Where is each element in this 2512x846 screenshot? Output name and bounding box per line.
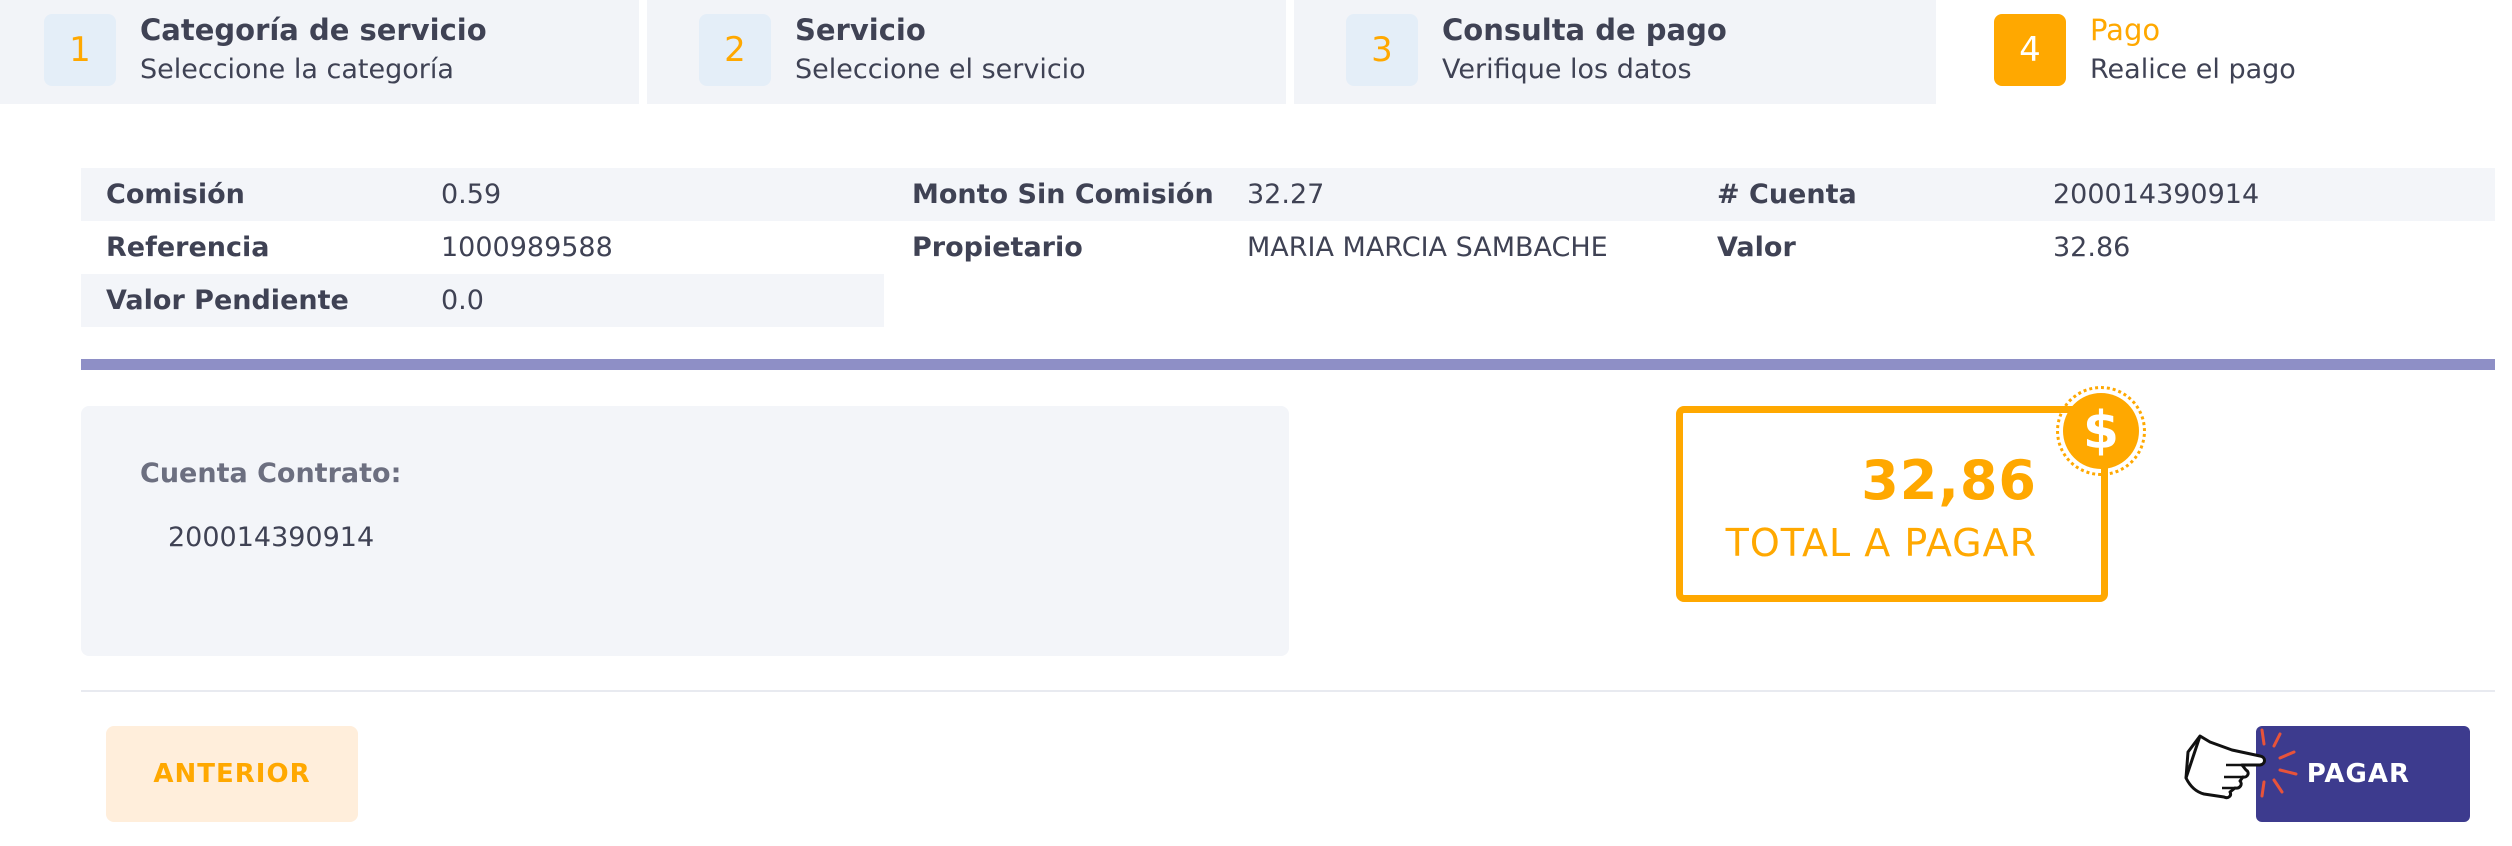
propietario-value: MARIA MARCIA SAMBACHE [1247, 232, 1608, 263]
step-number: 1 [44, 14, 116, 86]
cuenta-value: 200014390914 [2053, 179, 2260, 210]
total-amount: 32,86 [1861, 449, 2037, 512]
step-servicio[interactable]: 2 Servicio Seleccione el servicio [647, 0, 1294, 104]
valor-value: 32.86 [2053, 232, 2131, 263]
step-categoria[interactable]: 1 Categoría de servicio Seleccione la ca… [0, 0, 647, 104]
monto-sin-comision-label: Monto Sin Comisión [912, 179, 1214, 210]
cuenta-label: # Cuenta [1717, 179, 1857, 210]
monto-sin-comision-value: 32.27 [1247, 179, 1325, 210]
step-number: 2 [699, 14, 771, 86]
referencia-value: 1000989588 [441, 232, 613, 263]
contract-label: Cuenta Contrato: [140, 458, 402, 489]
pointing-hand-icon [2184, 728, 2298, 800]
footer-divider [81, 690, 2495, 692]
wizard-stepper: 1 Categoría de servicio Seleccione la ca… [0, 0, 2512, 104]
step-number: 3 [1346, 14, 1418, 86]
contract-value: 200014390914 [168, 522, 375, 553]
payment-details: Comisión 0.59 Monto Sin Comisión 32.27 #… [81, 168, 2495, 327]
total-label: TOTAL A PAGAR [1725, 521, 2037, 565]
coin-symbol: $ [2063, 393, 2139, 469]
step-title: Consulta de pago [1442, 13, 1727, 47]
previous-button[interactable]: ANTERIOR [106, 726, 358, 822]
step-subtitle: Realice el pago [2090, 54, 2296, 85]
contract-panel: Cuenta Contrato: 200014390914 [81, 406, 1289, 656]
step-subtitle: Seleccione la categoría [140, 54, 454, 85]
step-number: 4 [1994, 14, 2066, 86]
step-title: Pago [2090, 13, 2161, 47]
comision-value: 0.59 [441, 179, 502, 210]
step-title: Servicio [795, 13, 926, 47]
step-consulta[interactable]: 3 Consulta de pago Verifique los datos [1294, 0, 1944, 104]
step-subtitle: Verifique los datos [1442, 54, 1692, 85]
step-subtitle: Seleccione el servicio [795, 54, 1086, 85]
referencia-label: Referencia [106, 232, 270, 263]
valor-pendiente-value: 0.0 [441, 285, 484, 316]
total-box: 32,86 TOTAL A PAGAR [1676, 406, 2108, 602]
details-row: Comisión 0.59 Monto Sin Comisión 32.27 #… [81, 168, 2495, 221]
valor-label: Valor [1717, 232, 1796, 263]
propietario-label: Propietario [912, 232, 1083, 263]
section-divider [81, 359, 2495, 370]
step-pago[interactable]: 4 Pago Realice el pago [1944, 0, 2512, 104]
details-row: Referencia 1000989588 Propietario MARIA … [81, 221, 2495, 274]
comision-label: Comisión [106, 179, 245, 210]
dollar-coin-icon: $ [2056, 386, 2146, 476]
details-row: Valor Pendiente 0.0 [81, 274, 2495, 327]
step-title: Categoría de servicio [140, 13, 487, 47]
valor-pendiente-label: Valor Pendiente [106, 285, 349, 316]
